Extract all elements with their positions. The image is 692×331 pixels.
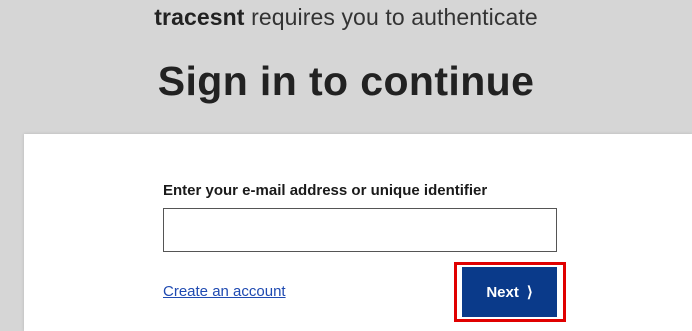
email-field-label: Enter your e-mail address or unique iden… [163, 182, 488, 199]
next-button[interactable]: Next ⟩ [462, 267, 557, 317]
email-field[interactable] [163, 208, 557, 252]
sign-in-page: tracesnt requires you to authenticate Si… [0, 0, 692, 331]
app-name: tracesnt [154, 4, 245, 30]
next-button-label: Next [486, 283, 519, 301]
sign-in-card: Enter your e-mail address or unique iden… [24, 134, 692, 331]
auth-requirement-text: tracesnt requires you to authenticate [0, 4, 692, 31]
requires-text: requires you to authenticate [244, 4, 538, 30]
left-gutter [0, 134, 9, 331]
page-title: Sign in to continue [157, 58, 535, 104]
header: tracesnt requires you to authenticate Si… [0, 0, 692, 134]
chevron-right-icon: ⟩ [526, 283, 533, 301]
create-account-link[interactable]: Create an account [163, 283, 286, 300]
